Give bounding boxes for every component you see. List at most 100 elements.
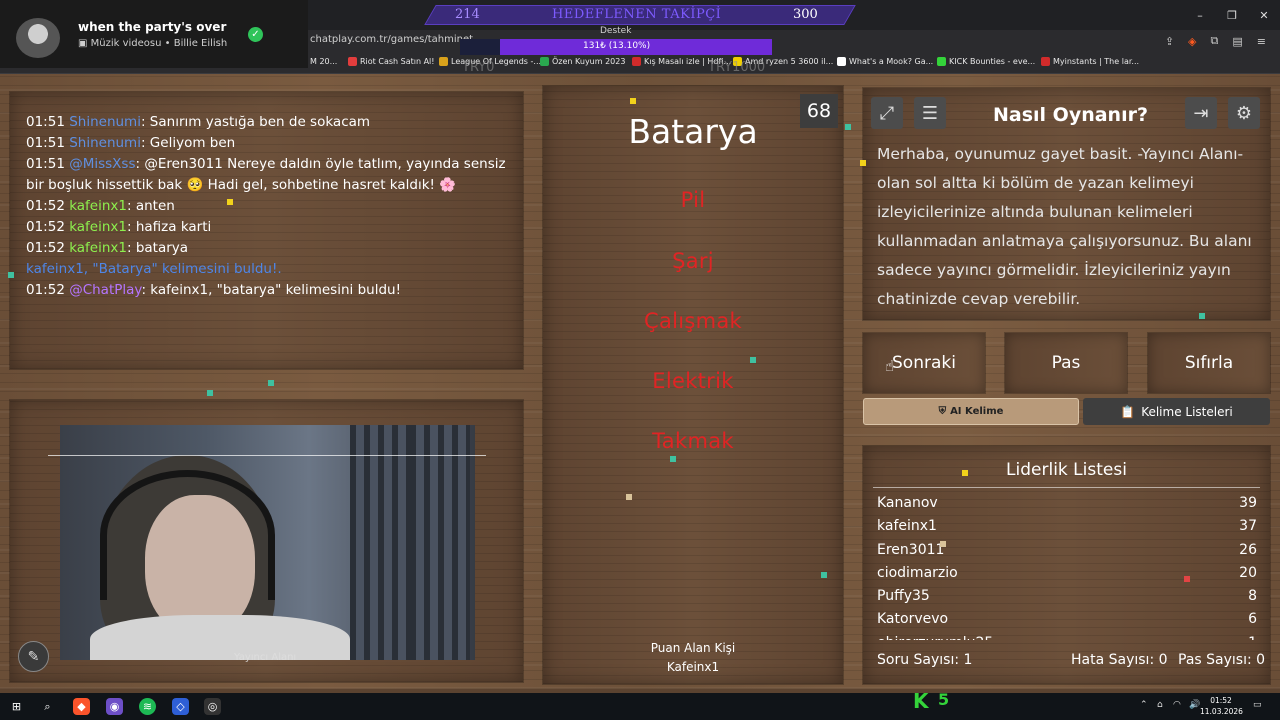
leaderboard-score: 37 [1239,518,1257,535]
confetti [207,390,213,396]
leaderboard-name: ebirerzurumlu25 [877,632,993,640]
leaderboard-score: 1 [1248,632,1257,640]
word-lists-button[interactable]: 📋 Kelime Listeleri [1083,398,1270,425]
leaderboard-score: 6 [1248,611,1257,628]
chat-timestamp: 01:52 [26,240,65,256]
leaderboard-score: 8 [1248,588,1257,605]
chat-message: 01:52 kafeinx1: anten [26,196,516,217]
system-clock[interactable]: 01:52 11.03.2026 [1200,695,1243,717]
now-playing-card: when the party's over ▣ Müzik videosu • … [0,0,308,68]
brave-browser-icon[interactable]: ◆ [73,698,90,715]
scorer-name: Kafeinx1 [666,660,720,674]
chat-timestamp: 01:51 [26,114,65,130]
network-icon[interactable]: ⌂ [1157,700,1163,710]
confetti [1199,313,1205,319]
chat-timestamp: 01:51 [26,135,65,151]
shield-icon: ⛨ [938,406,947,417]
taboo-word: Pil [680,188,706,212]
chat-text: : hafiza karti [127,219,212,235]
goal-target: 300 [793,7,818,22]
leaderboard-list: Kananov 39 kafeinx1 37 Eren3011 26 ciodimarzio… [877,492,1257,640]
gear-icon[interactable]: ⚙ [1228,97,1260,129]
window-controls: – ❐ ✕ [1184,0,1280,30]
how-to-play-title: Nasıl Oynanır? [993,104,1148,126]
chat-username[interactable]: @MissXss [69,156,135,172]
chat-text: : anten [127,198,175,214]
chat-timestamp: 01:52 [26,282,65,298]
kick-badge: 5 [938,690,950,709]
chat-username[interactable]: Shinenumi [69,114,141,130]
logout-icon[interactable]: ⇥ [1185,97,1217,129]
chat-username[interactable]: kafeinx1 [69,198,127,214]
ai-word-button[interactable]: ⛨ AI Kelime [863,398,1079,425]
volume-icon[interactable]: 🔊 [1189,700,1200,710]
minimize-icon[interactable]: – [1184,0,1216,30]
leaderboard-name: kafeinx1 [877,518,937,535]
chat-timestamp: 01:52 [26,198,65,214]
streamer-area-label: Yayıncı Alanı [234,652,297,663]
discord-icon[interactable]: ◉ [106,698,123,715]
spotify-icon[interactable]: ≋ [139,698,156,715]
pass-button[interactable]: Pas [1005,333,1127,393]
goal-current: 214 [455,7,480,22]
now-playing-title: when the party's over [78,20,227,34]
leaderboard-title: Liderlik Listesi [1006,460,1127,480]
divider [48,455,486,456]
sidebar-icon[interactable]: ▤ [1232,35,1242,48]
windows-start-icon[interactable]: ⊞ [8,698,25,715]
bookmark-item[interactable]: Özen Kuyum 2023 [540,57,625,66]
bookmark-item[interactable]: KICK Bounties - eve... [937,57,1035,66]
reset-button[interactable]: Sıfırla [1148,333,1270,393]
support-min-label: TRY0 [462,60,495,75]
share-icon[interactable]: ⇪ [1165,35,1174,48]
menu-icon[interactable]: ≡ [1257,35,1266,48]
bookmark-item[interactable]: What's a Mook? Ga... [837,57,933,66]
chat-message: kafeinx1, "Batarya" kelimesini buldu!. [26,259,516,280]
close-icon[interactable]: ✕ [1248,0,1280,30]
kick-icon[interactable]: K [913,689,929,713]
extensions-icon[interactable]: ⧉ [1211,34,1219,48]
bookmark-favicon-icon [1041,57,1050,66]
curtain [410,425,470,660]
taboo-word: Çalışmak [643,309,743,333]
chat-username[interactable]: Shinenumi [69,135,141,151]
maximize-icon[interactable]: ❐ [1216,0,1248,30]
leaderboard-row: ciodimarzio 20 [877,562,1257,585]
pen-icon[interactable]: ✎ [18,641,49,672]
chat-text: kafeinx1, "Batarya" kelimesini buldu!. [26,261,282,277]
windows-taskbar [0,693,1280,720]
next-button[interactable]: Sonraki [863,333,985,393]
chat-timestamp: 01:52 [26,219,65,235]
notes-icon[interactable]: ☰ [914,97,946,129]
confetti [227,199,233,205]
leaderboard-row: kafeinx1 37 [877,515,1257,538]
wifi-icon[interactable]: ◠ [1173,700,1181,710]
tray-chevron-icon[interactable]: ⌃ [1140,700,1148,710]
confetti [845,124,851,130]
bookmark-item[interactable]: M 20... [310,57,337,66]
obs-icon[interactable]: ◎ [204,698,221,715]
app-icon[interactable]: ◇ [172,698,189,715]
chat-message: 01:52 @ChatPlay: kafeinx1, "batarya" kel… [26,280,516,301]
confetti [268,380,274,386]
divider [873,487,1260,488]
fullscreen-icon[interactable]: ⤢ [871,97,903,129]
bookmark-favicon-icon [540,57,549,66]
chat-message: 01:52 kafeinx1: batarya [26,238,516,259]
brave-shield-icon[interactable]: ◈ [1188,35,1196,48]
bookmark-favicon-icon [632,57,641,66]
bookmark-item[interactable]: Myinstants | The lar... [1041,57,1139,66]
url-field[interactable]: chatplay.com.tr/games/tahminet [310,34,473,45]
chat-username[interactable]: kafeinx1 [69,240,127,256]
chat-username[interactable]: kafeinx1 [69,219,127,235]
search-icon[interactable]: ⌕ [39,698,56,715]
chat-timestamp: 01:51 [26,156,65,172]
notifications-icon[interactable]: ▭ [1253,700,1262,710]
confetti [821,572,827,578]
bookmark-item[interactable]: Riot Cash Satın Al! [348,57,434,66]
leaderboard-name: ciodimarzio [877,564,958,581]
confetti [962,470,968,476]
taboo-word: Takmak [652,429,734,453]
chat-username[interactable]: @ChatPlay [69,282,141,298]
confetti [750,357,756,363]
